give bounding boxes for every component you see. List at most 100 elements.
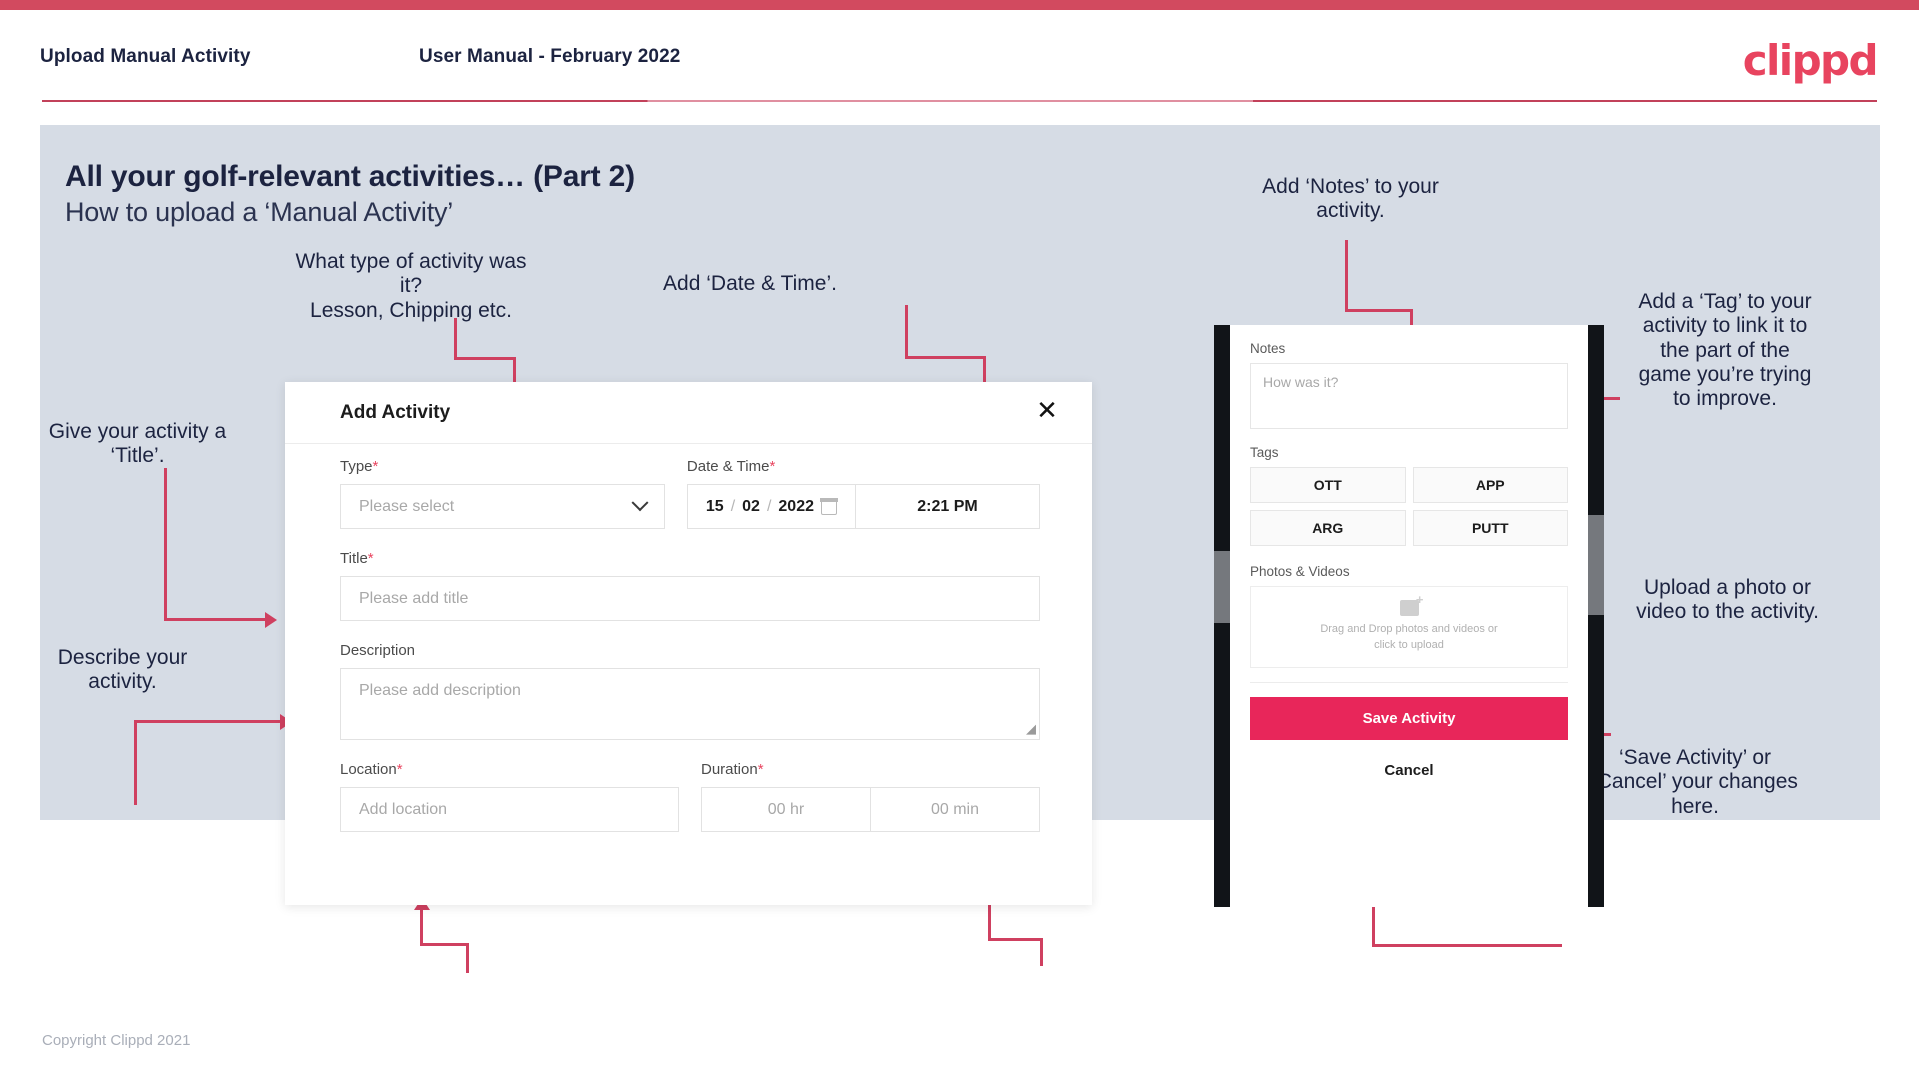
annotation-type: What type of activity was it? Lesson, Ch… <box>295 250 527 322</box>
phone-screen: Notes How was it? Tags OTT APP ARG PUTT … <box>1230 325 1588 907</box>
arrow-type-seg1 <box>454 318 457 360</box>
required-marker: * <box>769 458 776 475</box>
header-center-title: User Manual - February 2022 <box>419 46 681 67</box>
required-marker: * <box>372 458 379 475</box>
datetime-controls: 15 / 02 / 2022 2:21 PM <box>686 484 1040 529</box>
arrow-save-seg2 <box>1372 944 1562 947</box>
annotation-datetime: Add ‘Date & Time’. <box>663 272 837 295</box>
arrow-title-seg1 <box>164 468 167 621</box>
tag-arg[interactable]: ARG <box>1250 510 1406 546</box>
save-activity-button[interactable]: Save Activity <box>1250 697 1568 740</box>
arrow-type-seg2 <box>454 357 516 360</box>
arrow-datetime-seg2 <box>905 356 986 359</box>
field-title: Title* Please add title <box>340 550 1040 621</box>
label-notes: Notes <box>1250 341 1286 356</box>
label-duration: Duration* <box>701 761 764 778</box>
clippd-logo: clippd <box>1742 36 1879 85</box>
arrow-title-head <box>265 612 277 628</box>
arrow-location-seg2 <box>420 943 469 946</box>
tag-ott[interactable]: OTT <box>1250 467 1406 503</box>
date-month: 02 <box>742 497 760 515</box>
location-placeholder: Add location <box>359 800 448 818</box>
calendar-icon[interactable] <box>820 497 838 515</box>
arrow-notes-seg1 <box>1345 240 1348 312</box>
dialog-title: Add Activity <box>340 402 451 423</box>
close-icon[interactable]: ✕ <box>1032 396 1062 426</box>
arrow-duration-seg2 <box>988 938 1043 941</box>
header-divider <box>42 100 1877 102</box>
field-location: Location* Add location <box>340 761 679 832</box>
duration-hours-input[interactable]: 00 hr <box>701 787 871 832</box>
label-title: Title* <box>340 550 374 567</box>
arrow-datetime-seg1 <box>905 305 908 359</box>
label-tags: Tags <box>1250 445 1279 460</box>
footer-copyright: Copyright Clippd 2021 <box>42 1032 191 1049</box>
tags-grid: OTT APP ARG PUTT <box>1250 467 1568 546</box>
phone-mockup: Notes How was it? Tags OTT APP ARG PUTT … <box>1214 325 1604 907</box>
phone-divider <box>1250 682 1568 683</box>
tag-putt[interactable]: PUTT <box>1412 510 1568 546</box>
duration-minutes-input[interactable]: 00 min <box>871 787 1040 832</box>
field-type: Type* Please select <box>340 458 665 529</box>
notes-placeholder: How was it? <box>1263 374 1339 390</box>
arrow-description-seg2 <box>134 720 282 723</box>
image-add-icon <box>1399 592 1423 617</box>
annotation-photos: Upload a photo or video to the activity. <box>1636 576 1819 624</box>
arrow-location-seg3 <box>420 905 423 945</box>
label-location: Location* <box>340 761 403 778</box>
label-photos-videos: Photos & Videos <box>1250 564 1350 579</box>
field-datetime: Date & Time* 15 / 02 / 2022 2:21 PM <box>686 458 1040 529</box>
title-input[interactable]: Please add title <box>340 576 1040 621</box>
date-sep-1: / <box>730 497 736 515</box>
notes-textarea[interactable]: How was it? <box>1250 363 1568 429</box>
annotation-notes: Add ‘Notes’ to your activity. <box>1262 175 1439 223</box>
required-marker: * <box>396 761 403 778</box>
annotation-tags: Add a ‘Tag’ to your activity to link it … <box>1638 290 1812 411</box>
type-select[interactable]: Please select <box>340 484 665 529</box>
time-input[interactable]: 2:21 PM <box>855 484 1040 529</box>
phone-volume-button-right <box>1588 515 1604 615</box>
dropzone-text: Drag and Drop photos and videos or click… <box>1320 622 1497 654</box>
header-left-title: Upload Manual Activity <box>40 46 251 67</box>
label-type: Type* <box>340 458 379 475</box>
chevron-down-icon <box>631 493 649 511</box>
cancel-button[interactable]: Cancel <box>1250 762 1568 779</box>
required-marker: * <box>757 761 764 778</box>
arrow-title-seg2 <box>164 618 267 621</box>
date-day: 15 <box>705 497 724 515</box>
tag-app[interactable]: APP <box>1412 467 1568 503</box>
title-input-placeholder: Please add title <box>359 589 469 607</box>
resize-handle-icon[interactable]: ◢ <box>1026 721 1036 737</box>
label-datetime: Date & Time* <box>686 458 776 475</box>
description-placeholder: Please add description <box>359 682 521 699</box>
arrow-location-seg1 <box>466 945 469 973</box>
type-select-value: Please select <box>359 497 455 515</box>
dropzone-line-2: click to upload <box>1374 639 1444 651</box>
annotation-save-cancel: ‘Save Activity’ or ‘Cancel’ your changes… <box>1592 746 1798 818</box>
activity-form: Type* Please select Date & Time* 15 / 02… <box>340 458 1040 832</box>
label-description: Description <box>340 642 416 659</box>
photo-dropzone[interactable]: Drag and Drop photos and videos or click… <box>1250 586 1568 668</box>
dialog-header: Add Activity ✕ <box>285 382 1092 444</box>
top-accent-bar <box>0 0 1919 10</box>
dropzone-line-1: Drag and Drop photos and videos or <box>1320 623 1498 636</box>
annotation-description: Describe your activity. <box>57 646 188 694</box>
duration-controls: 00 hr 00 min <box>701 787 1040 832</box>
location-input[interactable]: Add location <box>340 787 679 832</box>
date-sep-2: / <box>766 497 772 515</box>
phone-volume-button-left <box>1214 551 1230 623</box>
date-input[interactable]: 15 / 02 / 2022 <box>686 484 855 529</box>
description-textarea[interactable]: Please add description ◢ <box>340 668 1040 740</box>
field-duration: Duration* 00 hr 00 min <box>701 761 1040 832</box>
add-activity-dialog: Add Activity ✕ Type* Please select Date … <box>285 382 1092 905</box>
arrow-notes-seg2 <box>1345 309 1413 312</box>
arrow-description-seg1 <box>134 720 137 805</box>
page-subtitle: How to upload a ‘Manual Activity’ <box>65 197 454 227</box>
required-marker: * <box>367 550 374 567</box>
form-row-location-duration: Location* Add location Duration* 00 hr 0… <box>340 761 1040 832</box>
form-row-type-datetime: Type* Please select Date & Time* 15 / 02… <box>340 458 1040 529</box>
arrow-duration-seg3 <box>988 900 991 940</box>
annotation-title: Give your activity a ‘Title’. <box>48 420 227 468</box>
date-year: 2022 <box>778 497 814 515</box>
arrow-duration-seg1 <box>1040 940 1043 966</box>
